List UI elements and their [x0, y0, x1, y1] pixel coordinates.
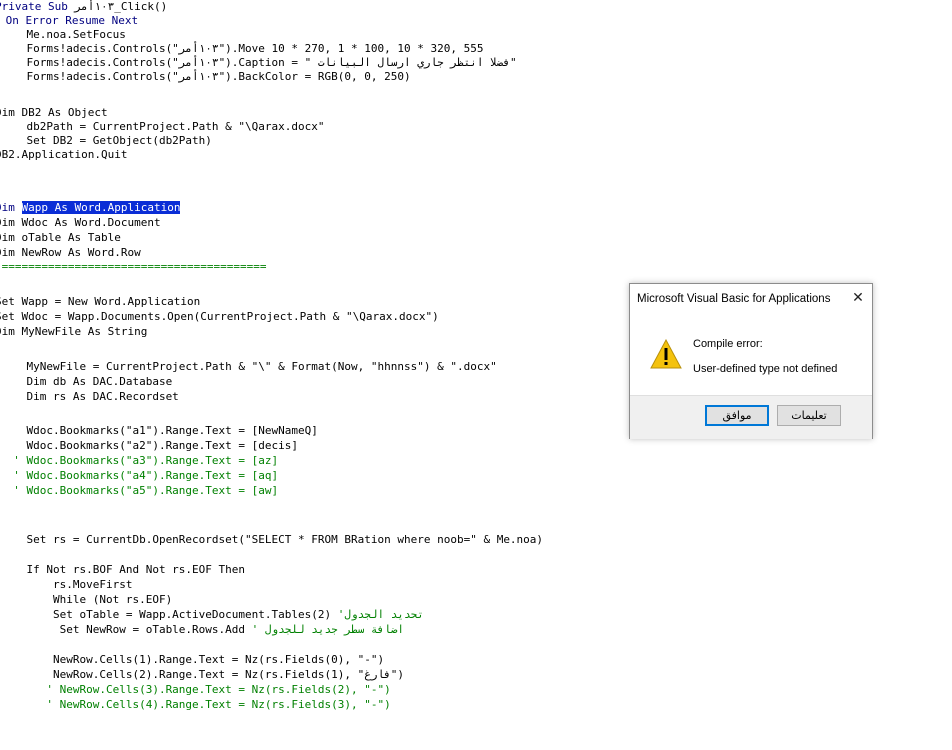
code-line: rs.MoveFirst: [0, 578, 133, 591]
code-line: Dim oTable As Table: [0, 231, 121, 244]
code-line: Forms!adecis.Controls("١٠٣أمر").Move 10 …: [0, 42, 484, 55]
code-line: db2Path = CurrentProject.Path & "\Qarax.…: [0, 120, 325, 133]
code-text: ١٠٣أمر_Click(): [74, 0, 168, 13]
code-line: NewRow.Cells(2).Range.Text = Nz(rs.Field…: [0, 668, 404, 681]
code-line: Forms!adecis.Controls("١٠٣أمر").BackColo…: [0, 70, 411, 83]
code-comment-line: '=======================================…: [0, 260, 267, 273]
dialog-footer: موافق تعليمات: [630, 395, 872, 439]
dialog-heading: Compile error:: [693, 338, 763, 350]
close-icon[interactable]: ✕: [848, 288, 868, 308]
code-keyword: Dim: [0, 201, 15, 214]
code-line: Set rs = CurrentDb.OpenRecordset("SELECT…: [0, 533, 544, 546]
code-line: On Error Resume Next: [0, 14, 139, 27]
selected-text: Wapp As Word.Application: [21, 201, 181, 214]
code-line: Dim NewRow As Word.Row: [0, 246, 141, 259]
code-text: Set oTable = Wapp.ActiveDocument.Tables(…: [0, 608, 338, 621]
code-line: Dim Wapp As Word.Application: [0, 201, 181, 215]
code-line: Dim DB2 As Object: [0, 106, 108, 119]
warning-icon: [650, 339, 682, 369]
code-comment: 'تحديد الجدول: [337, 608, 424, 621]
code-line: Set oTable = Wapp.ActiveDocument.Tables(…: [0, 608, 424, 622]
code-comment-line: ' Wdoc.Bookmarks("a5").Range.Text = [aw]: [0, 484, 279, 497]
code-line: Dim db As DAC.Database: [0, 375, 173, 388]
compile-error-dialog: Microsoft Visual Basic for Applications …: [629, 283, 873, 439]
code-line: While (Not rs.EOF): [0, 593, 173, 606]
code-line: Set DB2 = GetObject(db2Path): [0, 134, 212, 147]
code-line: NewRow.Cells(1).Range.Text = Nz(rs.Field…: [0, 653, 385, 666]
code-keyword: Private Sub: [0, 0, 75, 13]
code-line: DB2.Application.Quit: [0, 148, 128, 161]
help-button[interactable]: تعليمات: [777, 405, 841, 426]
code-line: Forms!adecis.Controls("١٠٣أمر").Caption …: [0, 56, 517, 69]
code-line: Wdoc.Bookmarks("a2").Range.Text = [decis…: [0, 439, 299, 452]
ok-button[interactable]: موافق: [705, 405, 769, 426]
dialog-title: Microsoft Visual Basic for Applications: [637, 293, 831, 305]
code-line: Dim rs As DAC.Recordset: [0, 390, 179, 403]
code-comment-line: ' NewRow.Cells(3).Range.Text = Nz(rs.Fie…: [0, 683, 391, 696]
code-comment-line: ' NewRow.Cells(4).Range.Text = Nz(rs.Fie…: [0, 698, 391, 711]
code-comment-line: ' Wdoc.Bookmarks("a4").Range.Text = [aq]: [0, 469, 279, 482]
code-line: Dim Wdoc As Word.Document: [0, 216, 161, 229]
code-line: Wdoc.Bookmarks("a1").Range.Text = [NewNa…: [0, 424, 318, 437]
code-comment-line: ' Wdoc.Bookmarks("a3").Range.Text = [az]: [0, 454, 279, 467]
code-line: Set Wapp = New Word.Application: [0, 295, 201, 308]
code-line: Set Wdoc = Wapp.Documents.Open(CurrentPr…: [0, 310, 439, 323]
code-line: Private Sub ١٠٣أمر_Click(): [0, 0, 167, 14]
code-line: If Not rs.BOF And Not rs.EOF Then: [0, 563, 246, 576]
code-line: Set NewRow = oTable.Rows.Add ' اضافة سطر…: [0, 623, 404, 637]
code-line: Dim MyNewFile As String: [0, 325, 148, 338]
dialog-message: User-defined type not defined: [693, 363, 838, 375]
code-line: Me.noa.SetFocus: [0, 28, 126, 41]
code-line: MyNewFile = CurrentProject.Path & "\" & …: [0, 360, 497, 373]
code-text: Set NewRow = oTable.Rows.Add: [0, 623, 252, 636]
code-comment: ' اضافة سطر جديد للجدول: [251, 623, 404, 636]
